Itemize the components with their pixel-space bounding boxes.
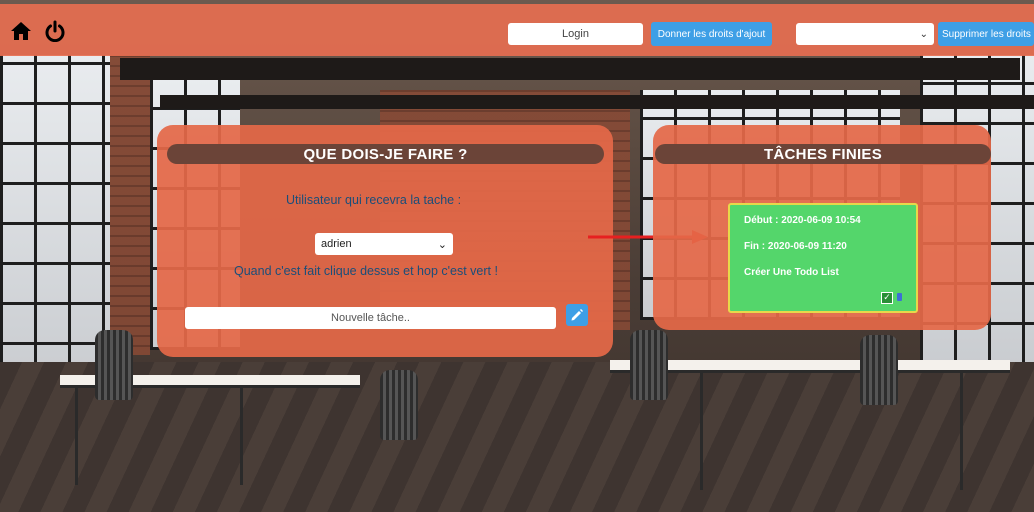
recipient-label: Utilisateur qui recevra la tache :	[286, 193, 462, 207]
done-hint-text: Quand c'est fait clique dessus et hop c'…	[234, 264, 498, 278]
trash-icon[interactable]	[897, 293, 902, 301]
done-panel-title: TÂCHES FINIES	[655, 144, 991, 164]
top-navigation-bar: Login Donner les droits d'ajout ⌄ Suppri…	[0, 4, 1034, 56]
finished-task-card[interactable]: Début : 2020-06-09 10:54 Fin : 2020-06-0…	[728, 203, 918, 313]
todo-panel: QUE DOIS-JE FAIRE ? Utilisateur qui rece…	[157, 125, 613, 357]
pencil-icon	[571, 309, 583, 321]
user-rights-select[interactable]: ⌄	[796, 23, 934, 45]
checkbox-checked-icon[interactable]: ✓	[881, 292, 893, 304]
login-button[interactable]: Login	[508, 23, 643, 45]
chevron-down-icon: ⌄	[437, 238, 447, 251]
task-start-time: Début : 2020-06-09 10:54	[744, 215, 861, 226]
done-panel: TÂCHES FINIES Début : 2020-06-09 10:54 F…	[653, 125, 991, 330]
remove-rights-button[interactable]: Supprimer les droits	[938, 22, 1034, 46]
grant-rights-button[interactable]: Donner les droits d'ajout	[651, 22, 772, 46]
recipient-user-value: adrien	[321, 238, 352, 250]
chevron-down-icon: ⌄	[919, 28, 928, 40]
todo-panel-title: QUE DOIS-JE FAIRE ?	[167, 144, 604, 164]
recipient-user-select[interactable]: adrien ⌄	[315, 233, 453, 255]
task-end-time: Fin : 2020-06-09 11:20	[744, 241, 847, 252]
add-task-button[interactable]	[566, 304, 588, 326]
new-task-input[interactable]: Nouvelle tâche..	[185, 307, 556, 329]
power-icon[interactable]	[44, 20, 66, 42]
home-icon[interactable]	[10, 20, 32, 42]
task-name: Créer Une Todo List	[744, 267, 839, 278]
